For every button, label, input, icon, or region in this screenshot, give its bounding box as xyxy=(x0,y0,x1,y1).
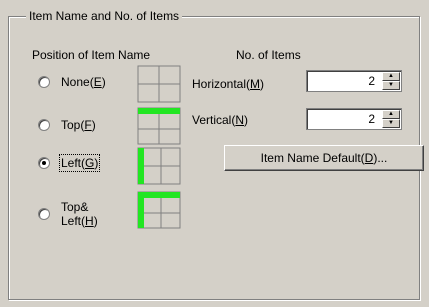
vertical-value[interactable]: 2 xyxy=(368,112,375,126)
radio-top-left[interactable]: Top& Left(H) xyxy=(38,200,98,228)
vertical-down-icon[interactable]: ▼ xyxy=(382,119,400,128)
vertical-stepper[interactable]: 2 ▲ ▼ xyxy=(306,108,402,130)
radio-none-label[interactable]: None(E) xyxy=(61,75,106,89)
radio-left-label[interactable]: Left(G) xyxy=(58,154,101,172)
preview-top-left-icon xyxy=(137,191,181,229)
item-name-default-button[interactable]: Item Name Default(D)... xyxy=(224,145,424,171)
radio-top-button[interactable] xyxy=(38,119,50,131)
preview-left-icon xyxy=(137,147,181,185)
horizontal-value[interactable]: 2 xyxy=(368,74,375,88)
position-header: Position of Item Name xyxy=(32,48,151,62)
group-title: Item Name and No. of Items xyxy=(26,9,183,23)
radio-none-button[interactable] xyxy=(38,76,50,88)
radio-top-left-button[interactable] xyxy=(38,208,50,220)
radio-none[interactable]: None(E) xyxy=(38,75,106,89)
count-header: No. of Items xyxy=(236,48,301,62)
radio-left[interactable]: Left(G) xyxy=(38,154,101,172)
preview-top-icon xyxy=(137,107,181,145)
vertical-up-icon[interactable]: ▲ xyxy=(382,110,400,119)
vertical-label: Vertical(N) xyxy=(192,113,249,127)
horizontal-stepper[interactable]: 2 ▲ ▼ xyxy=(306,70,402,92)
radio-top-label[interactable]: Top(F) xyxy=(61,118,96,132)
horizontal-down-icon[interactable]: ▼ xyxy=(382,81,400,90)
radio-top-left-label[interactable]: Top& Left(H) xyxy=(61,200,98,228)
horizontal-up-icon[interactable]: ▲ xyxy=(382,72,400,81)
radio-left-button[interactable] xyxy=(38,157,50,169)
radio-top[interactable]: Top(F) xyxy=(38,118,96,132)
horizontal-label: Horizontal(M) xyxy=(192,77,265,91)
preview-none-icon xyxy=(137,65,181,103)
